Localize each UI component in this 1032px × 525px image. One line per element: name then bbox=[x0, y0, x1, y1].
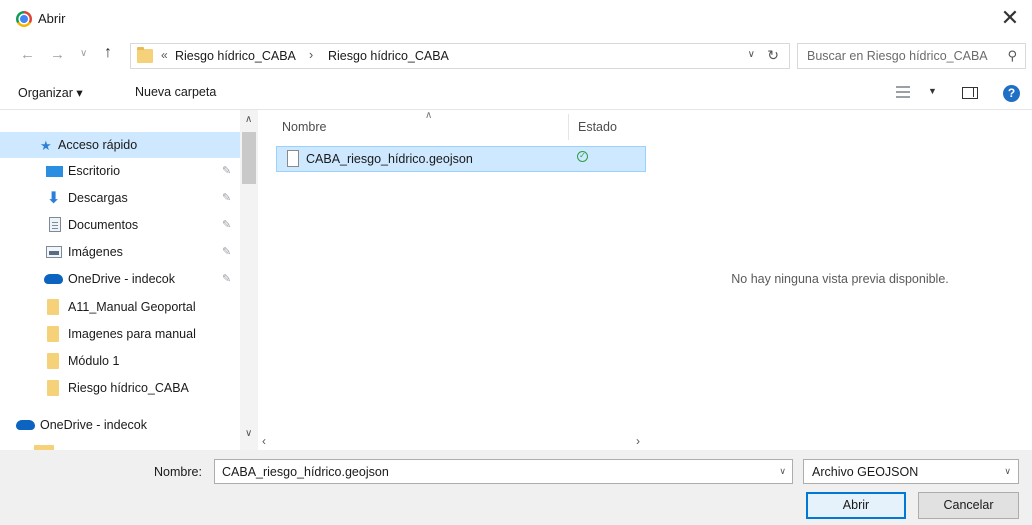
breadcrumb-item[interactable]: Riesgo hídrico_CABA bbox=[175, 49, 296, 63]
window-title: Abrir bbox=[38, 11, 66, 26]
pin-icon[interactable]: ✎ bbox=[222, 218, 231, 231]
folder-icon bbox=[47, 380, 59, 396]
table-row[interactable]: CABA_riesgo_hídrico.geojson ✓ bbox=[276, 146, 646, 172]
no-preview-message: No hay ninguna vista previa disponible. bbox=[731, 272, 949, 286]
pin-icon[interactable]: ✎ bbox=[222, 272, 231, 285]
filetype-select[interactable]: Archivo GEOJSON ∨ bbox=[803, 459, 1019, 484]
breadcrumb-overflow[interactable]: « bbox=[161, 48, 168, 62]
filename-input[interactable]: CABA_riesgo_hídrico.geojson ∨ bbox=[214, 459, 793, 484]
title-bar: Abrir ✕ bbox=[0, 0, 1032, 38]
sidebar-item-label: OneDrive - indecok bbox=[40, 418, 147, 432]
folder-icon bbox=[47, 299, 59, 315]
pin-icon[interactable]: ✎ bbox=[222, 164, 231, 177]
sidebar-item-onedrive-pinned[interactable]: OneDrive - indecok ✎ bbox=[0, 266, 240, 292]
folder-icon bbox=[47, 353, 59, 369]
cloud-icon bbox=[44, 274, 63, 284]
chevron-down-icon[interactable]: ∨ bbox=[779, 466, 786, 477]
sidebar-item-folder[interactable]: Módulo 1 bbox=[0, 348, 240, 374]
cloud-icon bbox=[16, 420, 35, 430]
pin-icon[interactable]: ✎ bbox=[222, 245, 231, 258]
dialog-footer: Nombre: CABA_riesgo_hídrico.geojson ∨ Ar… bbox=[0, 450, 1032, 525]
organize-button[interactable]: Organizar ▾ bbox=[18, 85, 83, 100]
sidebar-item-desktop[interactable]: Escritorio ✎ bbox=[0, 158, 240, 184]
open-button[interactable]: Abrir bbox=[806, 492, 906, 519]
preview-pane-icon[interactable] bbox=[962, 87, 978, 99]
sidebar-item-onedrive[interactable]: OneDrive - indecok bbox=[0, 412, 240, 438]
sidebar-item-label: Escritorio bbox=[68, 164, 121, 178]
breadcrumb-separator[interactable]: › bbox=[309, 48, 313, 62]
chevron-right-icon[interactable]: › bbox=[636, 434, 640, 448]
sidebar-item-label: Imagenes para manual bbox=[68, 327, 196, 341]
chevron-left-icon[interactable]: ‹ bbox=[262, 434, 266, 448]
sidebar-item-documents[interactable]: Documentos ✎ bbox=[0, 212, 240, 238]
new-folder-button[interactable]: Nueva carpeta bbox=[135, 85, 216, 99]
column-divider[interactable] bbox=[568, 114, 569, 140]
back-arrow-icon[interactable]: ← bbox=[20, 46, 35, 63]
forward-arrow-icon[interactable]: → bbox=[50, 46, 65, 63]
sidebar-item-label: Acceso rápido bbox=[58, 138, 138, 152]
sidebar-item-downloads[interactable]: ⬇ Descargas ✎ bbox=[0, 185, 240, 211]
view-options-icon[interactable] bbox=[896, 86, 910, 98]
sidebar-item-label: Módulo 1 bbox=[68, 354, 120, 368]
search-input[interactable]: Buscar en Riesgo hídrico_CABA ⚲ bbox=[797, 43, 1026, 69]
column-header-status[interactable]: Estado bbox=[578, 120, 617, 134]
desktop-icon bbox=[46, 166, 63, 177]
close-button[interactable]: ✕ bbox=[998, 5, 1022, 31]
recent-locations-chevron-icon[interactable]: ∨ bbox=[80, 48, 87, 59]
help-icon[interactable]: ? bbox=[1003, 85, 1020, 102]
breadcrumb-item[interactable]: Riesgo hídrico_CABA bbox=[328, 49, 449, 63]
refresh-icon[interactable]: ↻ bbox=[767, 47, 779, 64]
filename-label: Nombre: bbox=[154, 465, 202, 479]
sidebar-item-quick-access[interactable]: ★ Acceso rápido bbox=[0, 132, 240, 158]
pin-icon[interactable]: ✎ bbox=[222, 191, 231, 204]
star-icon: ★ bbox=[40, 138, 52, 153]
document-icon bbox=[49, 217, 61, 232]
chrome-icon bbox=[16, 11, 32, 27]
chevron-up-icon[interactable]: ∧ bbox=[245, 114, 252, 125]
sidebar-item-label: OneDrive - indecok bbox=[68, 272, 175, 286]
file-name: CABA_riesgo_hídrico.geojson bbox=[306, 152, 473, 166]
navigation-scrollbar[interactable]: ∧ ∨ bbox=[240, 110, 258, 450]
chevron-down-icon[interactable]: ∨ bbox=[1004, 466, 1011, 477]
sidebar-item-folder[interactable]: Imagenes para manual bbox=[0, 321, 240, 347]
chevron-down-icon[interactable]: ∨ bbox=[245, 428, 252, 439]
up-arrow-icon[interactable]: ↑ bbox=[104, 44, 112, 62]
sidebar-item-label: Imágenes bbox=[68, 245, 123, 259]
search-placeholder: Buscar en Riesgo hídrico_CABA bbox=[807, 49, 988, 63]
sort-ascending-icon: ∧ bbox=[425, 110, 433, 121]
sidebar-item-folder[interactable]: A11_Manual Geoportal bbox=[0, 294, 240, 320]
sidebar-item-label: Documentos bbox=[68, 218, 139, 232]
sidebar-item-label: Riesgo hídrico_CABA bbox=[68, 381, 189, 395]
preview-pane: No hay ninguna vista previa disponible. bbox=[648, 110, 1032, 450]
chevron-down-icon[interactable]: ∨ bbox=[748, 49, 755, 60]
sync-status-check-icon: ✓ bbox=[577, 151, 588, 162]
download-icon: ⬇ bbox=[47, 190, 61, 207]
sidebar-item-label: A11_Manual Geoportal bbox=[68, 300, 196, 314]
cancel-button[interactable]: Cancelar bbox=[918, 492, 1019, 519]
scrollbar-thumb[interactable] bbox=[242, 132, 256, 184]
filename-value: CABA_riesgo_hídrico.geojson bbox=[222, 465, 389, 479]
command-toolbar: Organizar ▾ Nueva carpeta ▼ ? bbox=[0, 74, 1032, 110]
folder-icon bbox=[137, 47, 153, 63]
sidebar-item-label: Descargas bbox=[68, 191, 128, 205]
image-icon bbox=[46, 246, 62, 258]
chevron-down-icon[interactable]: ▼ bbox=[928, 86, 937, 96]
filetype-value: Archivo GEOJSON bbox=[812, 465, 919, 479]
search-icon[interactable]: ⚲ bbox=[1007, 48, 1017, 64]
column-header-name[interactable]: Nombre bbox=[282, 120, 326, 134]
sidebar-item-folder[interactable]: Riesgo hídrico_CABA bbox=[0, 375, 240, 401]
address-bar[interactable]: « Riesgo hídrico_CABA › Riesgo hídrico_C… bbox=[130, 43, 790, 69]
file-list: ∧ Nombre Estado CABA_riesgo_hídrico.geoj… bbox=[258, 110, 648, 450]
horizontal-scrollbar[interactable]: ‹ › bbox=[258, 432, 648, 450]
navigation-bar: ← → ∨ ↑ « Riesgo hídrico_CABA › Riesgo h… bbox=[0, 38, 1032, 74]
navigation-pane: ★ Acceso rápido Escritorio ✎ ⬇ Descargas… bbox=[0, 110, 258, 450]
sidebar-item-images[interactable]: Imágenes ✎ bbox=[0, 239, 240, 265]
file-icon bbox=[287, 150, 299, 167]
folder-icon bbox=[47, 326, 59, 342]
